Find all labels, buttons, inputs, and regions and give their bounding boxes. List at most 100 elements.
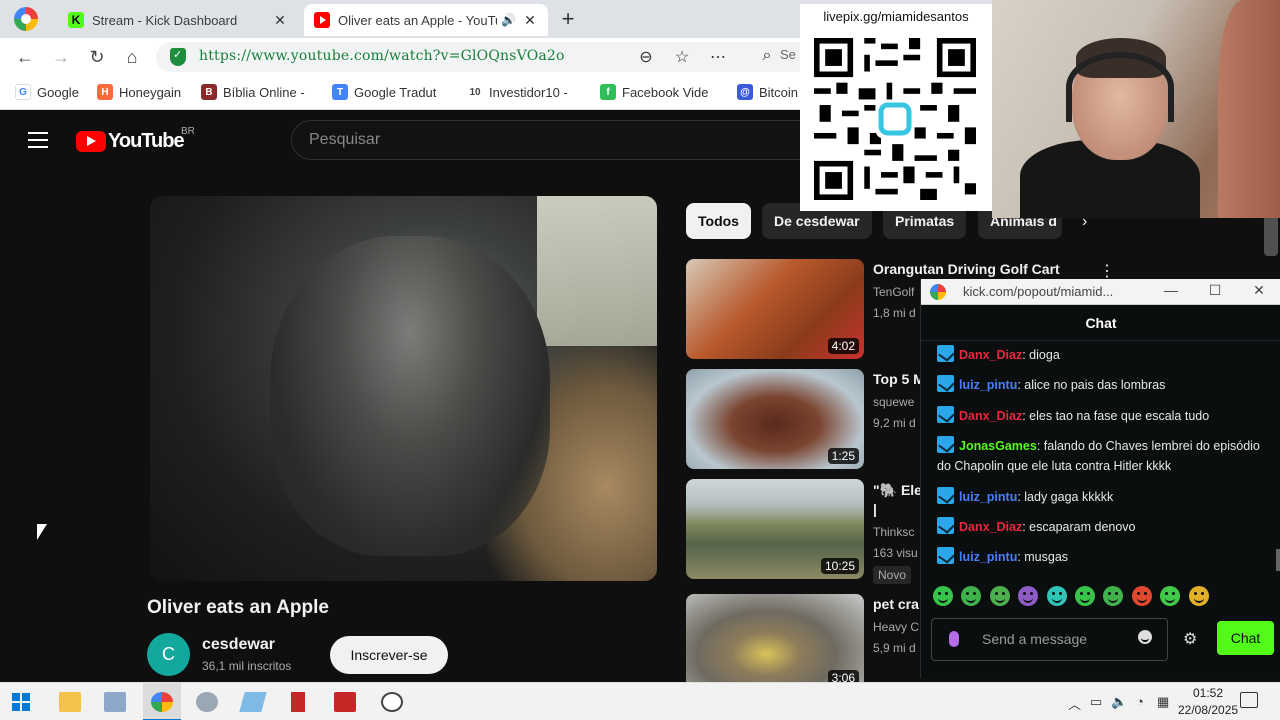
new-tab-button[interactable]: + (556, 6, 580, 32)
keyboard-icon[interactable]: ▦ (1157, 694, 1169, 710)
subscribe-button[interactable]: Inscrever-se (330, 636, 448, 674)
chip-todos[interactable]: Todos (686, 203, 751, 239)
channel-avatar[interactable]: C (147, 633, 190, 676)
emote-icon[interactable] (961, 586, 982, 606)
chat-username[interactable]: JonasGames (959, 439, 1037, 453)
notification-icon[interactable] (1240, 692, 1258, 708)
chat-username[interactable]: luiz_pintu (959, 378, 1017, 392)
minimize-icon[interactable]: — (1161, 282, 1181, 298)
recommendation-item[interactable]: 4:02 Orangutan Driving Golf Cart TenGolf… (686, 259, 1115, 359)
bookmark-facebook-video[interactable]: f Facebook Vide (600, 84, 709, 100)
home-icon[interactable]: ⌂ (120, 45, 144, 69)
chat-username[interactable]: luiz_pintu (959, 490, 1017, 504)
volume-icon[interactable]: 🔈 (1111, 694, 1127, 710)
bookmark-investidor10[interactable]: 10 Investidor10 - (467, 84, 568, 100)
tray-expand-icon[interactable]: ︿ (1068, 694, 1081, 713)
recommendation-title[interactable]: "🐘 Ele | Gentle (873, 481, 923, 521)
bookmark-biblia[interactable]: B Bíblia Online - (201, 84, 305, 100)
chrome-taskbar-icon[interactable] (151, 692, 173, 712)
chat-username[interactable]: Danx_Diaz (959, 409, 1022, 423)
reload-icon[interactable]: ↻ (85, 45, 109, 69)
emote-icon[interactable] (1160, 586, 1181, 606)
page-scrollbar[interactable] (1264, 216, 1278, 256)
media-player-icon[interactable] (104, 692, 126, 712)
emote-icon[interactable] (989, 586, 1010, 606)
recommendation-title[interactable]: Top 5 M (873, 371, 925, 387)
network-icon[interactable]: ▭ (1090, 694, 1102, 710)
chat-username[interactable]: Danx_Diaz (959, 520, 1022, 534)
recommendation-title[interactable]: Orangutan Driving Golf Cart (873, 261, 1060, 277)
chat-settings-gear-icon[interactable]: ⚙ (1183, 629, 1197, 649)
chat-header: Chat (921, 305, 1280, 341)
emote-icon[interactable] (1188, 586, 1209, 606)
video-duration: 3:06 (827, 670, 859, 682)
back-icon[interactable]: ← (13, 45, 37, 69)
file-explorer-icon[interactable] (59, 692, 81, 712)
more-actions-icon[interactable]: ⋮ (1099, 261, 1115, 281)
bookmark-honeygain[interactable]: H Honeygain (97, 84, 181, 100)
tab-youtube[interactable]: Oliver eats an Apple - YouTube 🔊 ✕ (304, 4, 548, 36)
video-thumbnail[interactable]: 4:02 (686, 259, 864, 359)
chat-text: : musgas (1017, 550, 1069, 565)
toolbar-search-field[interactable]: Se (780, 47, 796, 62)
popout-url: kick.com/popout/miamid... (963, 284, 1114, 299)
hamburger-menu-icon[interactable] (28, 132, 48, 148)
bookmark-google[interactable]: G Google (15, 84, 79, 100)
microphone-icon[interactable] (949, 631, 959, 647)
browser-logo-icon[interactable] (14, 7, 38, 31)
popout-titlebar[interactable]: kick.com/popout/miamid... — ☐ ✕ (921, 279, 1280, 305)
recommendation-item[interactable]: 1:25 Top 5 M squewe 9,2 mi d (686, 369, 926, 469)
emote-icon[interactable] (1018, 586, 1039, 606)
clock-time: 01:52 (1192, 686, 1224, 700)
tab-title: Oliver eats an Apple - YouTube (338, 12, 497, 28)
forward-icon[interactable]: → (49, 45, 73, 69)
url-text[interactable]: https://www.youtube.com/watch?v=GlOQnsVO… (199, 48, 565, 64)
calculator-icon[interactable] (291, 692, 305, 712)
speaker-icon[interactable]: 🔊 (501, 13, 516, 27)
emote-icon[interactable] (1103, 586, 1124, 606)
chat-message: luiz_pintu: alice no pais das lombras (937, 375, 1273, 396)
close-tab-icon[interactable]: ✕ (522, 12, 538, 29)
search-icon[interactable]: ⌕ (757, 47, 777, 65)
channel-name[interactable]: cesdewar (202, 636, 275, 654)
chat-message-input[interactable]: Send a message (931, 618, 1168, 661)
kick-badge-icon (937, 405, 954, 423)
notepad-icon[interactable] (239, 692, 267, 712)
maximize-icon[interactable]: ☐ (1205, 282, 1225, 299)
close-icon[interactable]: ✕ (1249, 282, 1269, 299)
wifi-icon[interactable]: ◔ (1136, 694, 1144, 709)
video-thumbnail[interactable]: 1:25 (686, 369, 864, 469)
recommendation-item[interactable]: 10:25 "🐘 Ele | Gentle Thinksc 163 visu N… (686, 479, 926, 584)
bookmark-google-tradutor[interactable]: T Google Tradut (332, 84, 436, 100)
recommendation-title[interactable]: pet cra (873, 596, 919, 612)
emote-icon[interactable] (1074, 586, 1095, 606)
chat-username[interactable]: Danx_Diaz (959, 348, 1022, 362)
paint-icon[interactable] (196, 692, 218, 712)
youtube-logo[interactable]: YouTube (76, 130, 185, 153)
chat-scrollbar[interactable] (1276, 549, 1280, 571)
recommendation-channel: Thinksc (873, 525, 915, 539)
recommendation-item[interactable]: 3:06 pet cra Heavy C 5,9 mi d (686, 594, 926, 682)
video-thumbnail[interactable]: 10:25 (686, 479, 864, 579)
video-player[interactable] (150, 196, 657, 581)
star-icon[interactable]: ☆ (672, 47, 692, 67)
video-thumbnail[interactable]: 3:06 (686, 594, 864, 682)
emote-icon[interactable] (1046, 586, 1067, 606)
emote-bar (933, 586, 1217, 606)
emote-icon[interactable] (1131, 586, 1152, 606)
emote-icon[interactable] (933, 586, 953, 606)
zoom-icon[interactable]: ⊖ (636, 47, 656, 67)
bookmark-bitcoin[interactable]: @ Bitcoin (737, 84, 798, 100)
obs-icon[interactable] (381, 692, 403, 712)
send-chat-button[interactable]: Chat (1217, 621, 1274, 655)
kick-chat-popout: kick.com/popout/miamid... — ☐ ✕ Chat Dan… (920, 279, 1280, 678)
more-icon[interactable]: ⋯ (708, 47, 728, 67)
emoji-picker-icon[interactable] (1138, 630, 1152, 644)
tab-kick-dashboard[interactable]: K Stream - Kick Dashboard ✕ (58, 4, 298, 36)
flash-icon[interactable] (334, 692, 356, 712)
taskbar-clock[interactable]: 01:52 22/08/2025 (1178, 685, 1238, 719)
search-input[interactable]: Pesquisar (291, 120, 811, 160)
start-button[interactable] (12, 693, 30, 711)
close-tab-icon[interactable]: ✕ (272, 12, 288, 29)
chat-username[interactable]: luiz_pintu (959, 550, 1017, 564)
